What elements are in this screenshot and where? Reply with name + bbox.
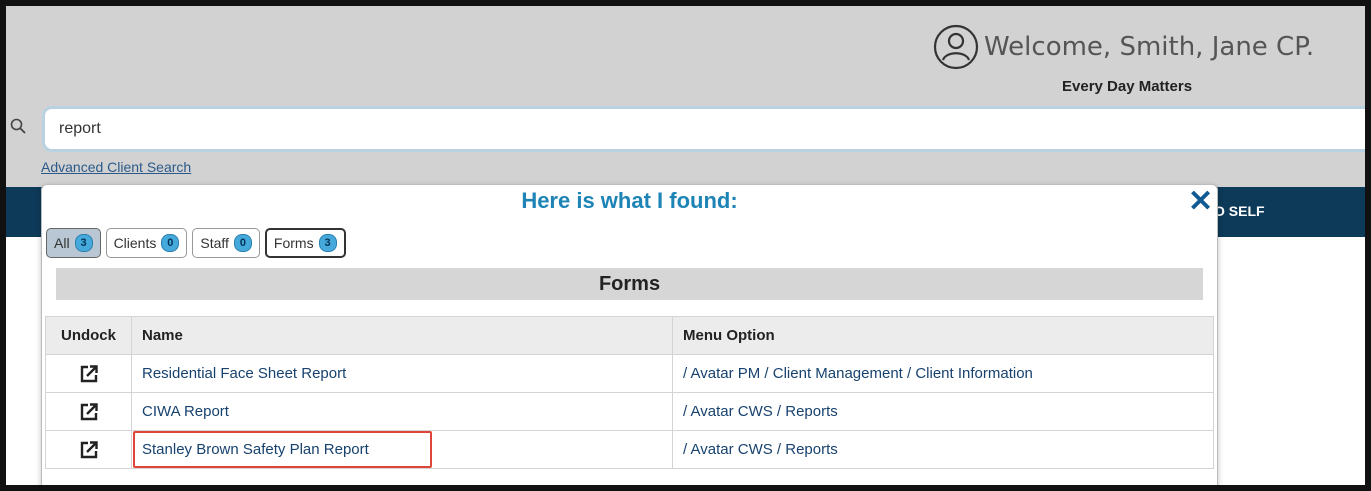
welcome-text: Welcome, Smith, Jane CP. <box>984 32 1315 62</box>
form-name-link[interactable]: Stanley Brown Safety Plan Report <box>142 441 369 458</box>
undock-cell <box>45 354 132 393</box>
external-link-icon[interactable] <box>79 440 99 460</box>
tab-staff[interactable]: Staff 0 <box>192 228 260 258</box>
count-badge: 3 <box>74 234 93 252</box>
tab-label: All <box>54 235 70 251</box>
undock-cell <box>45 392 132 431</box>
result-tabs: All 3 Clients 0 Staff 0 Forms 3 <box>46 228 346 258</box>
app-frame: Welcome, Smith, Jane CP. Every Day Matte… <box>0 0 1371 491</box>
undock-cell <box>45 430 132 469</box>
form-name-link[interactable]: Residential Face Sheet Report <box>142 365 346 382</box>
table-header-row: Undock Name Menu Option <box>45 316 1214 355</box>
external-link-icon[interactable] <box>79 402 99 422</box>
table-row: Residential Face Sheet Report / Avatar P… <box>45 354 1214 393</box>
search-input[interactable] <box>59 120 659 138</box>
tab-label: Staff <box>200 235 229 251</box>
count-badge: 3 <box>318 234 337 252</box>
column-header-menu-option: Menu Option <box>672 316 1214 355</box>
popup-title: Here is what I found: <box>521 188 738 213</box>
tab-clients[interactable]: Clients 0 <box>105 228 188 258</box>
column-header-undock: Undock <box>45 316 132 355</box>
count-badge: 0 <box>233 234 252 252</box>
table-row: Stanley Brown Safety Plan Report / Avata… <box>45 430 1214 469</box>
search-icon <box>10 118 26 134</box>
form-name-cell: Stanley Brown Safety Plan Report <box>131 430 673 469</box>
advanced-client-search-link[interactable]: Advanced Client Search <box>41 159 191 175</box>
form-name-link[interactable]: CIWA Report <box>142 403 229 420</box>
section-title: Forms <box>56 268 1203 300</box>
tab-forms[interactable]: Forms 3 <box>264 228 346 258</box>
welcome-area: Welcome, Smith, Jane CP. <box>932 23 1314 71</box>
form-name-cell: CIWA Report <box>131 392 673 431</box>
form-name-cell: Residential Face Sheet Report <box>131 354 673 393</box>
user-circle-icon[interactable] <box>932 23 980 71</box>
count-badge: 0 <box>161 234 180 252</box>
tab-label: Clients <box>113 235 157 251</box>
tagline: Every Day Matters <box>1062 78 1193 95</box>
table-row: CIWA Report / Avatar CWS / Reports <box>45 392 1214 431</box>
search-results-popup: Here is what I found: ✕ All 3 Clients 0 … <box>41 184 1218 485</box>
menu-option-cell: / Avatar CWS / Reports <box>672 430 1214 469</box>
tab-label: Forms <box>273 235 314 251</box>
menu-option-cell: / Avatar PM / Client Management / Client… <box>672 354 1214 393</box>
column-header-name: Name <box>131 316 673 355</box>
navbar-item[interactable]: O SELF <box>1214 203 1265 219</box>
search-box <box>42 106 1365 152</box>
external-link-icon[interactable] <box>79 364 99 384</box>
forms-table: Undock Name Menu Option Residential Face… <box>45 316 1214 469</box>
menu-option-cell: / Avatar CWS / Reports <box>672 392 1214 431</box>
tab-all[interactable]: All 3 <box>46 228 101 258</box>
header: Welcome, Smith, Jane CP. Every Day Matte… <box>6 6 1365 184</box>
close-icon[interactable]: ✕ <box>1188 186 1213 218</box>
